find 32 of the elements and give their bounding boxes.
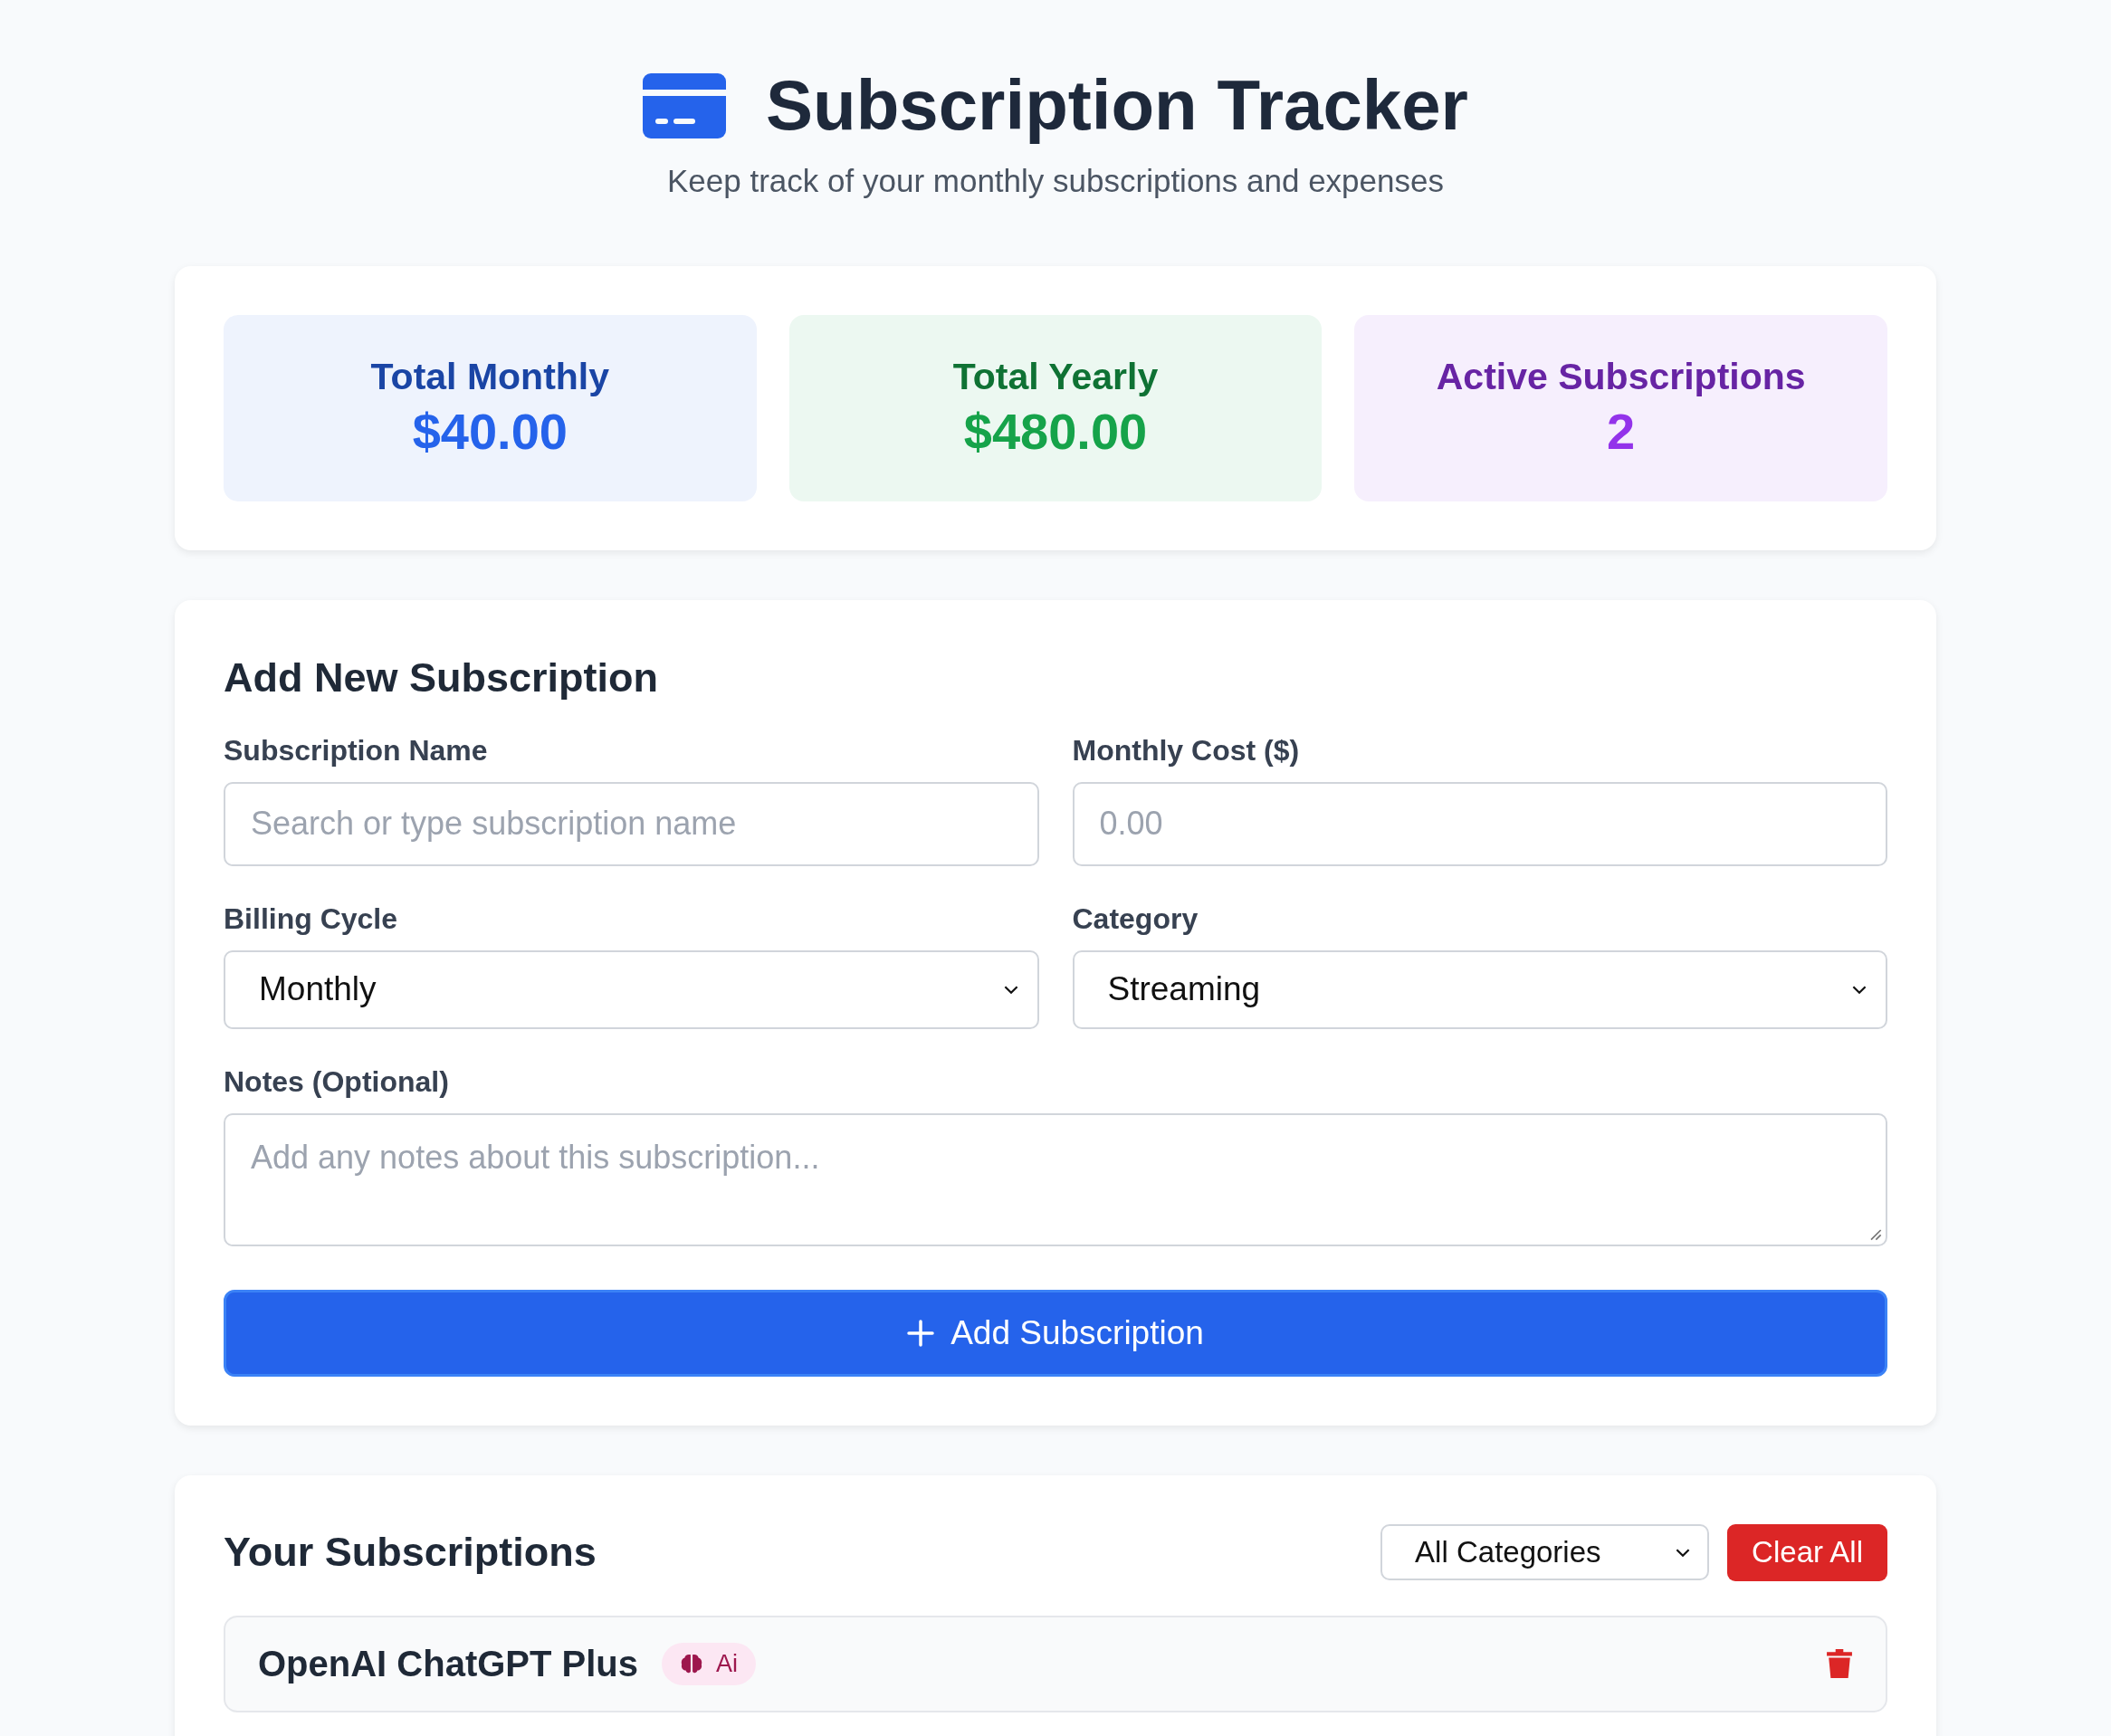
stat-value: $480.00 bbox=[963, 401, 1148, 461]
dropdown-select[interactable]: Monthly bbox=[224, 949, 1039, 1029]
chevron-down-icon bbox=[1851, 984, 1867, 995]
app-title: Subscription Tracker bbox=[766, 67, 1468, 145]
stat-label: Active Subscriptions bbox=[1436, 355, 1806, 398]
field-label: Monthly Cost ($) bbox=[1072, 733, 1301, 768]
category-filter-select[interactable]: All Categories bbox=[1380, 1524, 1710, 1581]
chevron-down-icon bbox=[1675, 1547, 1692, 1558]
input-field[interactable]: Search or type subscription name bbox=[224, 781, 1039, 866]
subscription-name: OpenAI ChatGPT Plus bbox=[258, 1643, 639, 1684]
stat-label: Total Yearly bbox=[952, 355, 1159, 398]
field-label: Notes (Optional) bbox=[224, 1064, 450, 1099]
app-subtitle: Keep track of your monthly subscriptions and expenses bbox=[667, 162, 1444, 199]
input-field[interactable]: 0.00 bbox=[1072, 781, 1887, 866]
field-label: Subscription Name bbox=[224, 733, 489, 768]
field-label: Billing Cycle bbox=[224, 901, 399, 936]
stat-value: $40.00 bbox=[412, 401, 568, 461]
category-tag: Ai bbox=[662, 1642, 757, 1685]
add-subscription-button[interactable]: Add Subscription bbox=[224, 1289, 1887, 1377]
stat-value: 2 bbox=[1607, 401, 1636, 461]
dropdown-select[interactable]: Streaming bbox=[1072, 949, 1887, 1029]
chevron-down-icon bbox=[1002, 984, 1019, 995]
credit-card-icon bbox=[643, 72, 727, 138]
stat-label: Total Monthly bbox=[370, 355, 610, 398]
section-heading: Your Subscriptions bbox=[224, 1529, 597, 1577]
brain-icon bbox=[680, 1653, 704, 1675]
plus-icon bbox=[907, 1319, 935, 1347]
clear-all-button[interactable]: Clear All bbox=[1727, 1523, 1887, 1581]
notes-field[interactable]: Add any notes about this subscription... bbox=[224, 1112, 1887, 1246]
delete-icon[interactable] bbox=[1826, 1647, 1853, 1681]
section-heading: Add New Subscription bbox=[224, 653, 659, 701]
field-label: Category bbox=[1072, 901, 1199, 936]
